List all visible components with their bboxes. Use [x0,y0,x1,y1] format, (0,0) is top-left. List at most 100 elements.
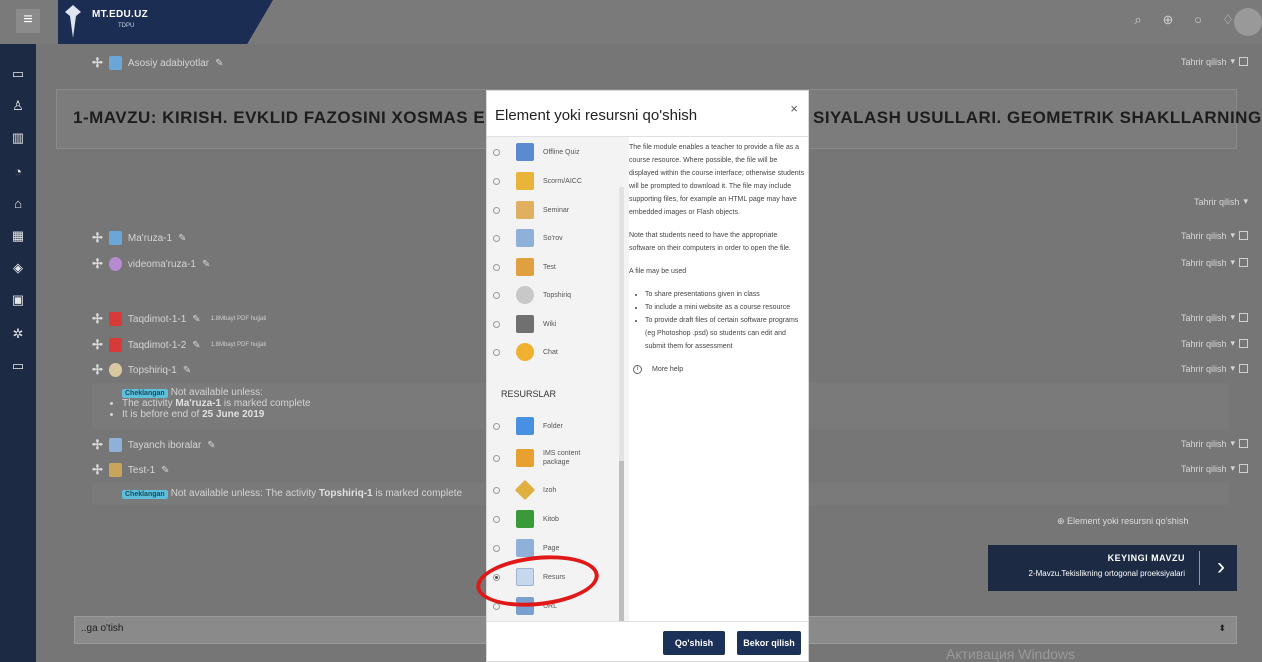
pencil-icon[interactable]: ✎ [192,340,200,351]
activity-row[interactable]: ✢ Asosiy adabiyotlar ✎ [92,55,223,71]
course-icon[interactable]: ▭ [8,64,28,84]
select-checkbox[interactable] [1239,57,1248,66]
activity-row[interactable]: ✢ Taqdimot-1-2 ✎ 1.8Mbayt PDF hujjati [92,337,266,353]
edit-label[interactable]: Tahrir qilish [1181,339,1227,349]
edit-menu[interactable]: Tahrir qilish ▾ [1181,230,1248,241]
pencil-icon[interactable]: ✎ [161,465,169,476]
graduation-icon[interactable]: ◈ [8,258,28,278]
activity-label[interactable]: Ma'ruza-1 [128,233,172,244]
radio-button[interactable] [493,486,500,494]
activity-label[interactable]: Asosiy adabiyotlar [128,58,209,69]
radio-button[interactable] [493,515,500,523]
chooser-item[interactable]: Offline Quiz [493,143,579,161]
select-checkbox[interactable] [1239,339,1248,348]
move-icon[interactable]: ✢ [92,311,103,327]
activity-row[interactable]: ✢ Taqdimot-1-1 ✎ 1.8Mbayt PDF hujjati [92,311,266,327]
courses-icon[interactable]: ▭ [8,356,28,376]
condition-activity[interactable]: Ma'ruza-1 [175,398,221,409]
edit-label[interactable]: Tahrir qilish [1181,231,1227,241]
radio-button[interactable] [493,348,500,356]
radio-button[interactable] [493,291,500,299]
edit-label[interactable]: Tahrir qilish [1181,439,1227,449]
section-edit-menu[interactable]: Tahrir qilish ▾ [1194,196,1248,207]
pencil-icon[interactable]: ✎ [192,314,200,325]
section-edit-label[interactable]: Tahrir qilish [1194,197,1240,207]
scrollbar-thumb[interactable] [619,461,624,621]
move-icon[interactable]: ✢ [92,337,103,353]
edit-menu[interactable]: Tahrir qilish ▾ [1181,56,1248,67]
activity-label[interactable]: Taqdimot-1-1 [128,314,186,325]
more-help-label[interactable]: More help [652,363,683,376]
pencil-icon[interactable]: ✎ [183,365,191,376]
chooser-item[interactable]: Scorm/AICC [493,172,582,190]
radio-button[interactable] [493,263,500,271]
activity-row[interactable]: ✢ videoma'ruza-1 ✎ [92,256,210,272]
site-brand[interactable]: MT.EDU.UZ TDPU [58,0,273,44]
radio-button[interactable] [493,206,500,214]
edit-menu[interactable]: Tahrir qilish ▾ [1181,463,1248,474]
pencil-icon[interactable]: ✎ [178,233,186,244]
select-checkbox[interactable] [1239,313,1248,322]
chooser-item[interactable]: Kitob [493,510,559,528]
select-checkbox[interactable] [1239,231,1248,240]
pencil-icon[interactable]: ✎ [207,440,215,451]
select-checkbox[interactable] [1239,464,1248,473]
select-checkbox[interactable] [1239,439,1248,448]
globe-icon[interactable]: ⊕ [1160,12,1176,28]
list-scrollbar[interactable] [619,187,624,621]
move-icon[interactable]: ✢ [92,437,103,453]
chooser-item[interactable]: Test [493,258,556,276]
more-help-link[interactable]: i More help [633,363,805,376]
files-icon[interactable]: ▣ [8,290,28,310]
move-icon[interactable]: ✢ [92,55,103,71]
move-icon[interactable]: ✢ [92,462,103,478]
menu-toggle-icon[interactable]: ≡ [16,9,40,33]
search-icon[interactable]: ⌕ [1130,12,1146,28]
activity-label[interactable]: videoma'ruza-1 [128,259,196,270]
activity-label[interactable]: Tayanch iboralar [128,440,201,451]
edit-label[interactable]: Tahrir qilish [1181,258,1227,268]
chooser-item[interactable]: Seminar [493,201,569,219]
edit-menu[interactable]: Tahrir qilish ▾ [1181,438,1248,449]
radio-button[interactable] [493,422,500,430]
edit-label[interactable]: Tahrir qilish [1181,57,1227,67]
add-activity-label[interactable]: Element yoki resursni qo'shish [1067,516,1188,526]
calendar-icon[interactable]: ▦ [8,226,28,246]
radio-button[interactable] [493,234,500,242]
radio-button[interactable] [493,177,500,185]
chooser-item[interactable]: Chat [493,343,558,361]
home-icon[interactable]: ⌂ [8,194,28,214]
activity-label[interactable]: Topshiriq-1 [128,365,177,376]
activity-label[interactable]: Test-1 [128,465,155,476]
select-checkbox[interactable] [1239,364,1248,373]
avatar[interactable] [1234,8,1262,36]
move-icon[interactable]: ✢ [92,256,103,272]
add-button[interactable]: Qo'shish [663,631,725,655]
close-icon[interactable]: × [790,101,798,116]
radio-button[interactable] [493,544,500,552]
activity-row[interactable]: ✢ Ma'ruza-1 ✎ [92,230,186,246]
activity-row[interactable]: ✢ Topshiriq-1 ✎ [92,362,191,378]
edit-menu[interactable]: Tahrir qilish ▾ [1181,312,1248,323]
move-icon[interactable]: ✢ [92,230,103,246]
radio-button[interactable] [493,148,500,156]
settings-icon[interactable]: ✲ [8,324,28,344]
edit-label[interactable]: Tahrir qilish [1181,313,1227,323]
chooser-item[interactable]: Topshiriq [493,286,571,304]
activity-row[interactable]: ✢ Tayanch iboralar ✎ [92,437,216,453]
move-icon[interactable]: ✢ [92,362,103,378]
competencies-icon[interactable]: ◔ [8,162,28,182]
chooser-item[interactable]: Izoh [493,479,556,501]
chat-icon[interactable]: ○ [1190,12,1206,28]
badges-icon[interactable]: ▥ [8,128,28,148]
edit-menu[interactable]: Tahrir qilish ▾ [1181,338,1248,349]
next-topic-button[interactable]: KEYINGI MAVZU 2-Mavzu.Tekislikning ortog… [988,545,1237,591]
chooser-item[interactable]: Wiki [493,315,556,333]
radio-button[interactable] [493,454,500,462]
activity-label[interactable]: Taqdimot-1-2 [128,340,186,351]
cancel-button[interactable]: Bekor qilish [737,631,801,655]
select-checkbox[interactable] [1239,258,1248,267]
pencil-icon[interactable]: ✎ [202,259,210,270]
edit-label[interactable]: Tahrir qilish [1181,464,1227,474]
edit-menu[interactable]: Tahrir qilish ▾ [1181,257,1248,268]
